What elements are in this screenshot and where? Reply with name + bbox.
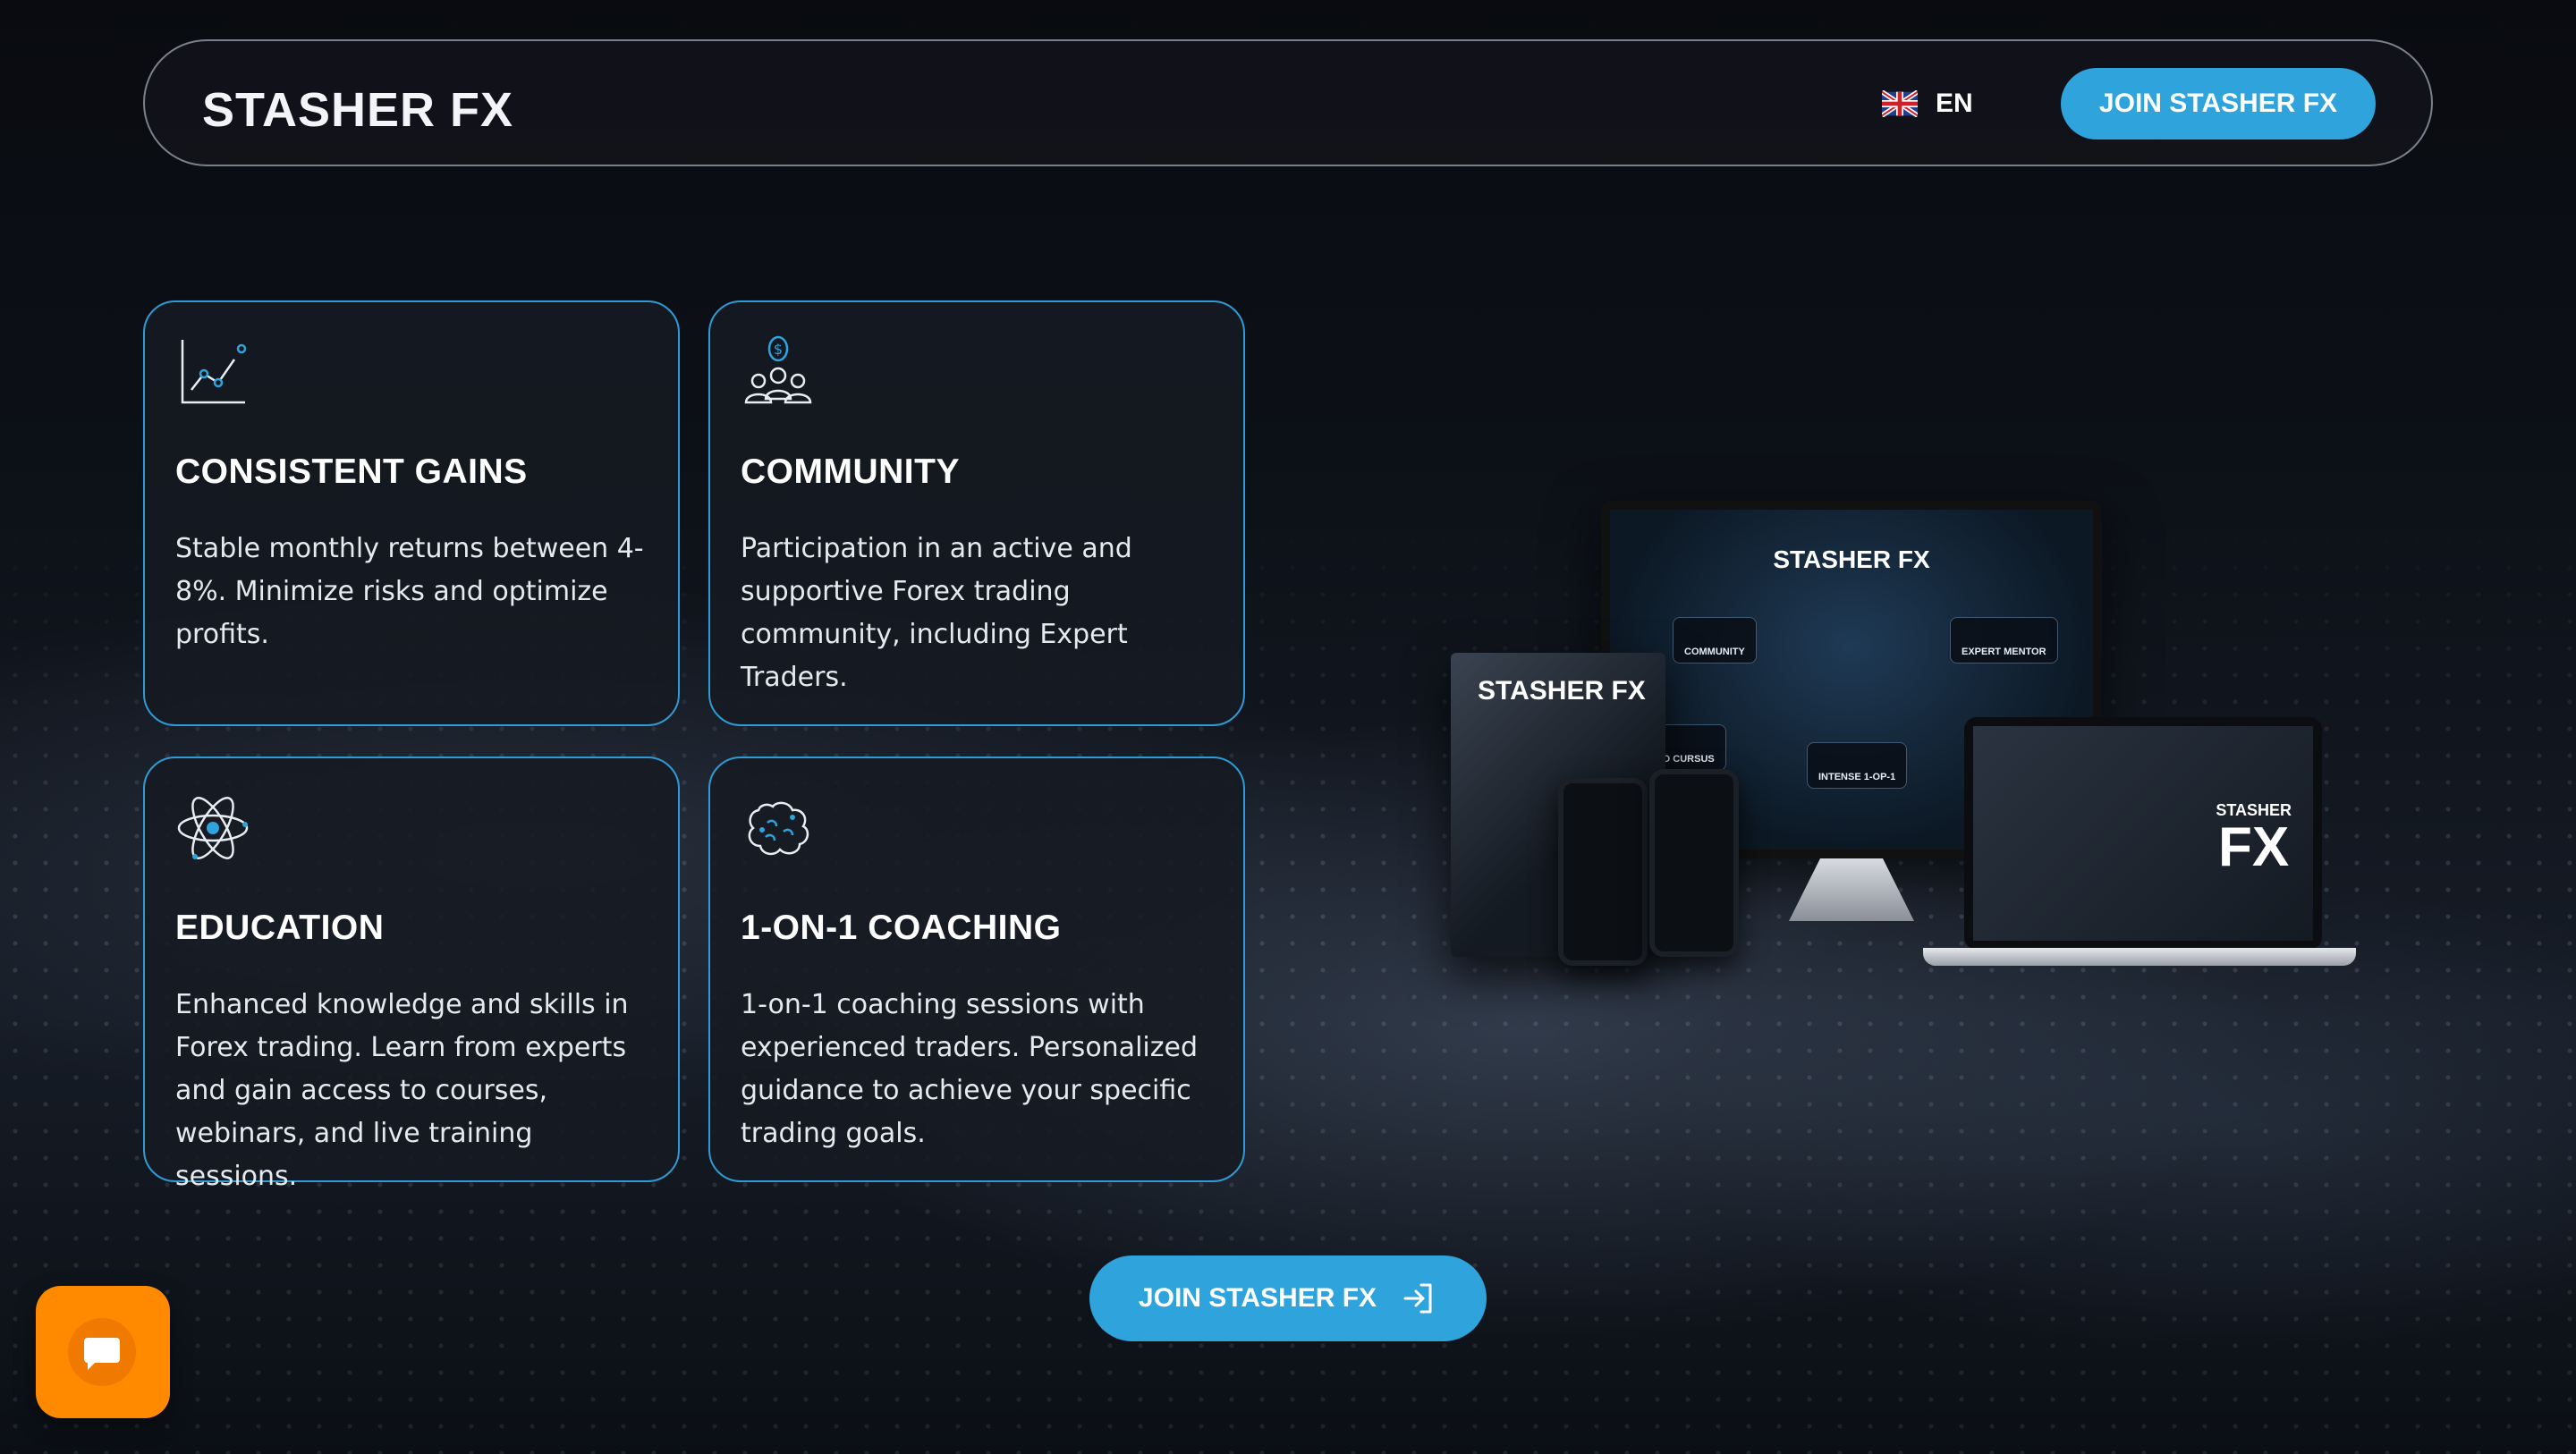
card-description: Enhanced knowledge and skills in Forex t… [175, 989, 629, 1192]
monitor-logo: STASHER FX [1773, 545, 1930, 573]
feature-card-consistent-gains: CONSISTENT GAINS Stable monthly returns … [143, 300, 680, 726]
site-logo[interactable]: STASHER FX [202, 82, 513, 138]
card-title: EDUCATION [175, 909, 385, 947]
product-mockup-image: STASHER FX COMMUNITY EXPERT MENTOR VIDEO… [1431, 483, 2379, 984]
chat-widget-button[interactable] [36, 1286, 170, 1418]
card-title: 1-ON-1 COACHING [741, 909, 1062, 947]
phone-mockup-right [1649, 769, 1739, 957]
card-description: Stable monthly returns between 4-8%. Min… [175, 533, 644, 650]
feature-card-coaching: 1-ON-1 COACHING 1-on-1 coaching sessions… [708, 757, 1245, 1182]
community-dollar-icon: $ [744, 335, 812, 404]
laptop-mockup: STASHER FX [1964, 717, 2322, 950]
card-title: CONSISTENT GAINS [175, 452, 528, 491]
language-label: EN [1936, 89, 1973, 118]
laptop-base [1923, 948, 2356, 966]
sign-in-arrow-icon [1403, 1283, 1432, 1314]
laptop-logo: STASHER FX [2216, 801, 2292, 878]
box-logo: STASHER FX [1478, 676, 1646, 706]
feature-card-community: $ COMMUNITY Participation in an active a… [708, 300, 1245, 726]
svg-text:$: $ [774, 341, 783, 358]
phone-mockup-left [1558, 778, 1648, 966]
card-title: COMMUNITY [741, 452, 960, 491]
mockup-chip-intense-1op1: INTENSE 1-OP-1 [1807, 742, 1908, 789]
mockup-chip-expert-mentor: EXPERT MENTOR [1950, 617, 2058, 664]
feature-card-education: EDUCATION Enhanced knowledge and skills … [143, 757, 680, 1192]
page: STASHER FX EN JOIN STASHER FX CONSISTENT… [0, 0, 2576, 1454]
join-button-label: JOIN STASHER FX [1138, 1283, 1377, 1313]
brain-icon [748, 801, 809, 856]
join-button-header[interactable]: JOIN STASHER FX [2061, 68, 2376, 139]
chart-line-icon [181, 340, 247, 404]
atom-icon [177, 797, 249, 859]
card-description: Participation in an active and supportiv… [741, 533, 1132, 693]
language-selector[interactable]: EN [1882, 79, 1973, 129]
uk-flag-icon [1882, 90, 1918, 117]
chat-bubble-icon [68, 1318, 136, 1386]
monitor-stand [1789, 858, 1914, 921]
join-button-bottom[interactable]: JOIN STASHER FX [1089, 1255, 1487, 1341]
site-header: STASHER FX EN JOIN STASHER FX [143, 39, 2433, 166]
card-description: 1-on-1 coaching sessions with experience… [741, 989, 1198, 1149]
mockup-chip-community: COMMUNITY [1673, 617, 1757, 664]
